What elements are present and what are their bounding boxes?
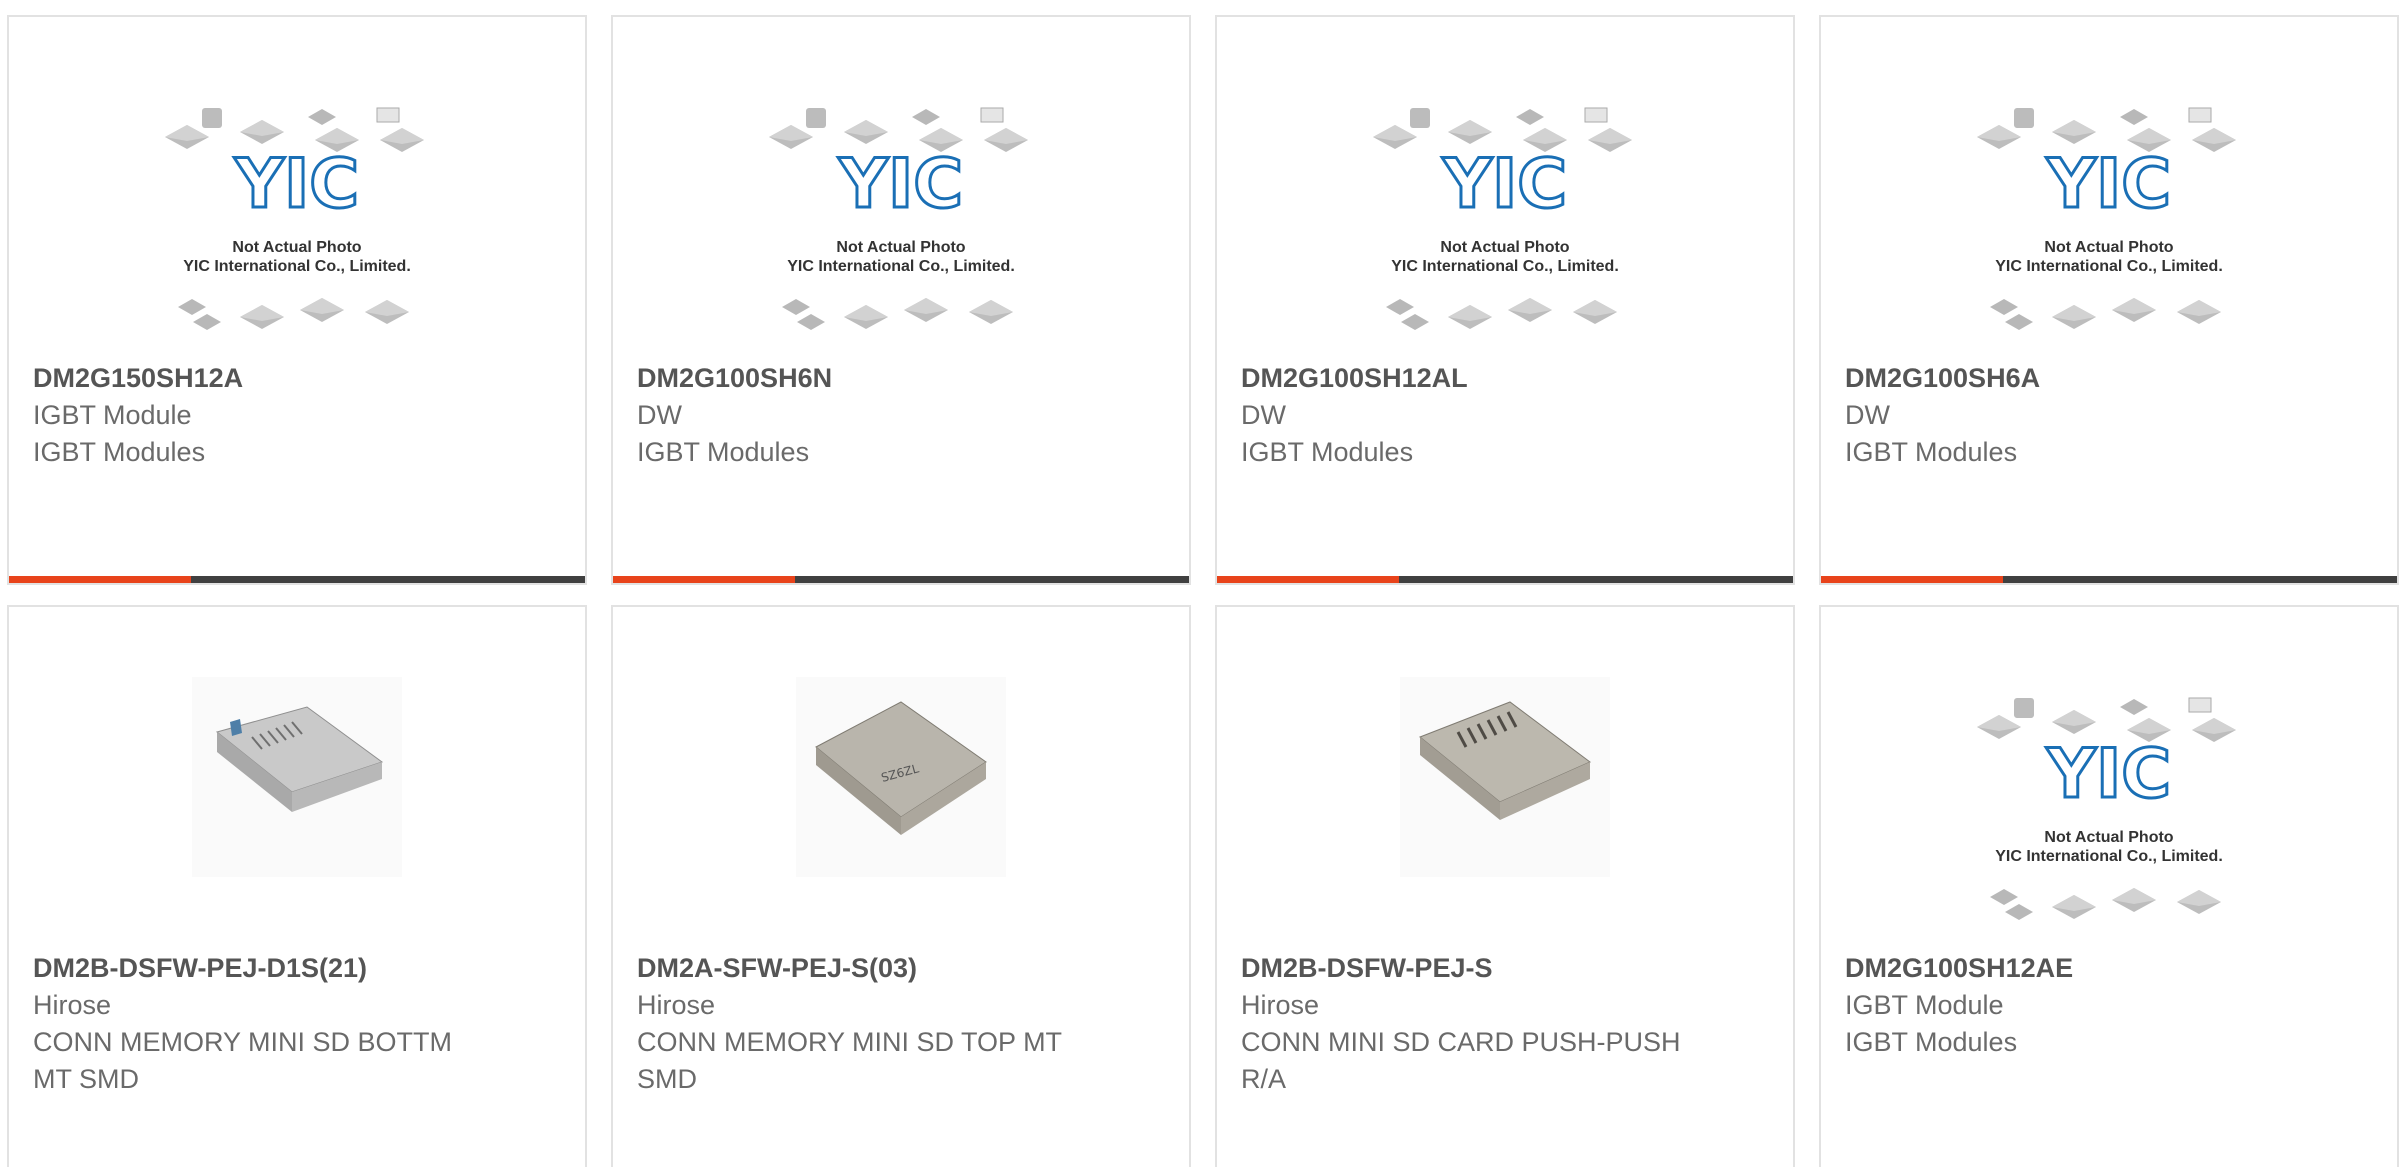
part-number[interactable]: DM2G100SH12AE: [1845, 950, 2373, 987]
product-card[interactable]: YIC Not Actual Photo YIC International C…: [1819, 605, 2399, 1167]
not-actual-photo-placeholder-image: YIC Not Actual Photo YIC International C…: [1373, 107, 1632, 330]
card-footer-bar: [613, 576, 1189, 583]
product-card[interactable]: YIC Not Actual Photo YIC International C…: [7, 15, 587, 585]
svg-text:Not Actual Photo: Not Actual Photo: [2044, 829, 2173, 846]
product-card[interactable]: DM2B-DSFW-PEJ-D1S(21) Hirose CONN MEMORY…: [7, 605, 587, 1167]
description: CONN MEMORY MINI SD BOTTM MT SMD: [33, 1027, 453, 1094]
part-number[interactable]: DM2G100SH6N: [637, 360, 1165, 397]
sd-connector-photo: [192, 677, 402, 877]
svg-text:YIC: YIC: [234, 145, 359, 224]
description: IGBT Modules: [1845, 437, 2018, 467]
svg-text:Not Actual Photo: Not Actual Photo: [836, 239, 965, 256]
product-card[interactable]: DM2B-DSFW-PEJ-S Hirose CONN MINI SD CARD…: [1215, 605, 1795, 1167]
description: IGBT Modules: [33, 437, 206, 467]
sd-connector-photo: [1400, 677, 1610, 877]
not-actual-photo-placeholder-image: YIC Not Actual Photo YIC International C…: [1977, 697, 2236, 920]
svg-text:YIC International Co., Limited: YIC International Co., Limited.: [1391, 258, 1619, 275]
description: IGBT Modules: [1241, 437, 1414, 467]
manufacturer: Hirose: [33, 990, 112, 1020]
sd-connector-photo: SZ6ZL: [796, 677, 1006, 877]
manufacturer: DW: [1241, 400, 1286, 430]
card-footer-bar: [1821, 576, 2397, 583]
product-grid: YIC Not Actual Photo YIC International C…: [0, 0, 2400, 1167]
not-actual-photo-placeholder-image: YIC Not Actual Photo YIC International C…: [165, 107, 424, 330]
manufacturer: DW: [637, 400, 682, 430]
svg-text:Not Actual Photo: Not Actual Photo: [232, 239, 361, 256]
description: CONN MINI SD CARD PUSH-PUSH R/A: [1241, 1027, 1681, 1094]
product-card[interactable]: YIC Not Actual Photo YIC International C…: [1215, 15, 1795, 585]
svg-text:Not Actual Photo: Not Actual Photo: [2044, 239, 2173, 256]
description: IGBT Modules: [637, 437, 810, 467]
manufacturer: Hirose: [1241, 990, 1320, 1020]
svg-text:YIC: YIC: [2046, 145, 2171, 224]
part-number[interactable]: DM2A-SFW-PEJ-S(03): [637, 950, 1165, 987]
part-number[interactable]: DM2G100SH6A: [1845, 360, 2373, 397]
card-footer-bar: [1217, 576, 1793, 583]
part-number[interactable]: DM2G150SH12A: [33, 360, 561, 397]
manufacturer: Hirose: [637, 990, 716, 1020]
svg-text:YIC International Co., Limited: YIC International Co., Limited.: [183, 258, 411, 275]
product-card[interactable]: YIC Not Actual Photo YIC International C…: [1819, 15, 2399, 585]
description: CONN MEMORY MINI SD TOP MT SMD: [637, 1027, 1062, 1094]
not-actual-photo-placeholder-image: YIC Not Actual Photo YIC International C…: [1977, 107, 2236, 330]
svg-text:YIC: YIC: [838, 145, 963, 224]
not-actual-photo-placeholder-image: YIC Not Actual Photo YIC International C…: [769, 107, 1028, 330]
description: IGBT Modules: [1845, 1027, 2018, 1057]
part-number[interactable]: DM2B-DSFW-PEJ-S: [1241, 950, 1769, 987]
svg-text:YIC International Co., Limited: YIC International Co., Limited.: [787, 258, 1015, 275]
svg-text:YIC: YIC: [1442, 145, 1567, 224]
part-number[interactable]: DM2G100SH12AL: [1241, 360, 1769, 397]
svg-text:YIC: YIC: [2046, 735, 2171, 814]
card-footer-bar: [9, 576, 585, 583]
manufacturer: IGBT Module: [1845, 990, 2004, 1020]
svg-text:Not Actual Photo: Not Actual Photo: [1440, 239, 1569, 256]
svg-text:YIC International Co., Limited: YIC International Co., Limited.: [1995, 258, 2223, 275]
product-card[interactable]: YIC Not Actual Photo YIC International C…: [611, 15, 1191, 585]
manufacturer: IGBT Module: [33, 400, 192, 430]
manufacturer: DW: [1845, 400, 1890, 430]
svg-text:YIC International Co., Limited: YIC International Co., Limited.: [1995, 848, 2223, 865]
part-number[interactable]: DM2B-DSFW-PEJ-D1S(21): [33, 950, 561, 987]
product-card[interactable]: SZ6ZL DM2A-SFW-PEJ-S(03) Hirose CONN MEM…: [611, 605, 1191, 1167]
